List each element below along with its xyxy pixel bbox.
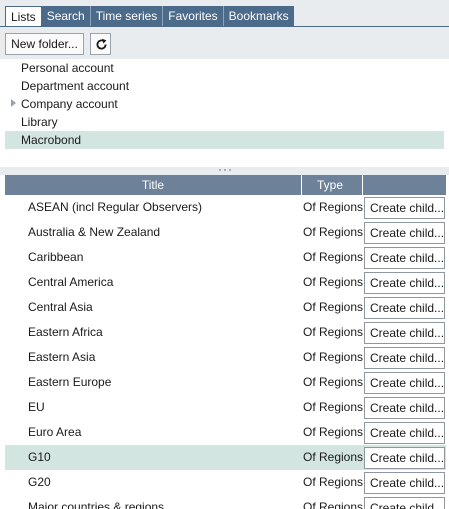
toolbar: New folder... (0, 26, 449, 59)
tree-item-company-account[interactable]: Company account (5, 95, 444, 113)
column-header-type[interactable]: Type (302, 175, 363, 195)
create-child-button[interactable]: Create child... (364, 372, 445, 394)
grid-header: Title Type (5, 175, 446, 195)
new-folder-button[interactable]: New folder... (5, 33, 84, 55)
row-type: Of Regions (303, 200, 364, 214)
row-type: Of Regions (303, 425, 364, 439)
grip-dots-icon (219, 169, 231, 172)
tree-item-label: Department account (21, 79, 130, 93)
create-child-button[interactable]: Create child... (364, 447, 445, 469)
row-title: Central Asia (28, 300, 93, 314)
row-type: Of Regions (303, 475, 364, 489)
create-child-button[interactable]: Create child... (364, 472, 445, 494)
tab-time-series[interactable]: Time series (91, 6, 164, 26)
create-child-button[interactable]: Create child... (364, 397, 445, 419)
tab-search[interactable]: Search (42, 6, 91, 26)
row-type: Of Regions (303, 325, 364, 339)
table-row[interactable]: EU Of Regions Create child... (5, 395, 446, 420)
tree-item-macrobond[interactable]: Macrobond (5, 131, 444, 149)
column-header-action (363, 175, 446, 195)
row-type: Of Regions (303, 350, 364, 364)
row-title: Eastern Africa (28, 325, 103, 339)
row-title: ASEAN (incl Regular Observers) (28, 200, 203, 214)
refresh-icon (96, 38, 107, 50)
tab-lists[interactable]: Lists (5, 6, 42, 27)
create-child-button[interactable]: Create child... (364, 222, 445, 244)
create-child-button[interactable]: Create child... (364, 322, 445, 344)
create-child-button[interactable]: Create child... (364, 247, 445, 269)
tree-item-label: Macrobond (21, 133, 82, 147)
row-title: Eastern Asia (28, 350, 96, 364)
tab-bookmarks[interactable]: Bookmarks (224, 6, 294, 26)
tree-item-library[interactable]: Library (5, 113, 444, 131)
create-child-button[interactable]: Create child... (364, 422, 445, 444)
row-type: Of Regions (303, 375, 364, 389)
row-type: Of Regions (303, 275, 364, 289)
tree-item-label: Library (21, 115, 58, 129)
table-row[interactable]: ASEAN (incl Regular Observers) Of Region… (5, 195, 446, 220)
row-title: Euro Area (28, 425, 82, 439)
row-title: Major countries & regions (28, 500, 165, 509)
tab-favorites[interactable]: Favorites (163, 6, 224, 26)
table-row[interactable]: Euro Area Of Regions Create child... (5, 420, 446, 445)
table-row-selected[interactable]: G10 Of Regions Create child... (5, 445, 446, 470)
create-child-button[interactable]: Create child... (364, 297, 445, 319)
row-type: Of Regions (303, 400, 364, 414)
create-child-button[interactable]: Create child... (364, 272, 445, 294)
tree-item-label: Company account (21, 97, 118, 111)
create-child-button[interactable]: Create child... (364, 497, 445, 509)
expand-arrow-icon[interactable] (11, 99, 16, 107)
refresh-button[interactable] (90, 33, 111, 55)
folder-tree: Personal account Department account Comp… (0, 59, 444, 167)
create-child-button[interactable]: Create child... (364, 347, 445, 369)
table-row[interactable]: Eastern Asia Of Regions Create child... (5, 345, 446, 370)
row-type: Of Regions (303, 500, 364, 509)
table-row[interactable]: Eastern Africa Of Regions Create child..… (5, 320, 446, 345)
grid-body: ASEAN (incl Regular Observers) Of Region… (5, 195, 446, 509)
row-title: Australia & New Zealand (28, 225, 161, 239)
table-row[interactable]: G20 Of Regions Create child... (5, 470, 446, 495)
row-type: Of Regions (303, 225, 364, 239)
row-title: EU (28, 400, 45, 414)
splitter[interactable] (0, 167, 449, 175)
row-title: Central America (28, 275, 114, 289)
table-row[interactable]: Central America Of Regions Create child.… (5, 270, 446, 295)
row-type: Of Regions (303, 300, 364, 314)
tree-item-department-account[interactable]: Department account (5, 77, 444, 95)
tab-strip: Lists Search Time series Favorites Bookm… (0, 0, 449, 27)
table-row[interactable]: Caribbean Of Regions Create child... (5, 245, 446, 270)
row-title: Eastern Europe (28, 375, 112, 389)
row-type: Of Regions (303, 250, 364, 264)
row-type: Of Regions (303, 450, 364, 464)
tree-item-personal-account[interactable]: Personal account (5, 59, 444, 77)
row-title: G20 (28, 475, 51, 489)
tree-item-label: Personal account (21, 61, 114, 75)
table-row[interactable]: Major countries & regions Of Regions Cre… (5, 495, 446, 509)
tab-bar: Lists Search Time series Favorites Bookm… (5, 6, 294, 27)
table-row[interactable]: Australia & New Zealand Of Regions Creat… (5, 220, 446, 245)
row-title: Caribbean (28, 250, 84, 264)
create-child-button[interactable]: Create child... (364, 197, 445, 219)
table-row[interactable]: Eastern Europe Of Regions Create child..… (5, 370, 446, 395)
table-row[interactable]: Central Asia Of Regions Create child... (5, 295, 446, 320)
row-title: G10 (28, 450, 51, 464)
column-header-title[interactable]: Title (5, 175, 302, 195)
